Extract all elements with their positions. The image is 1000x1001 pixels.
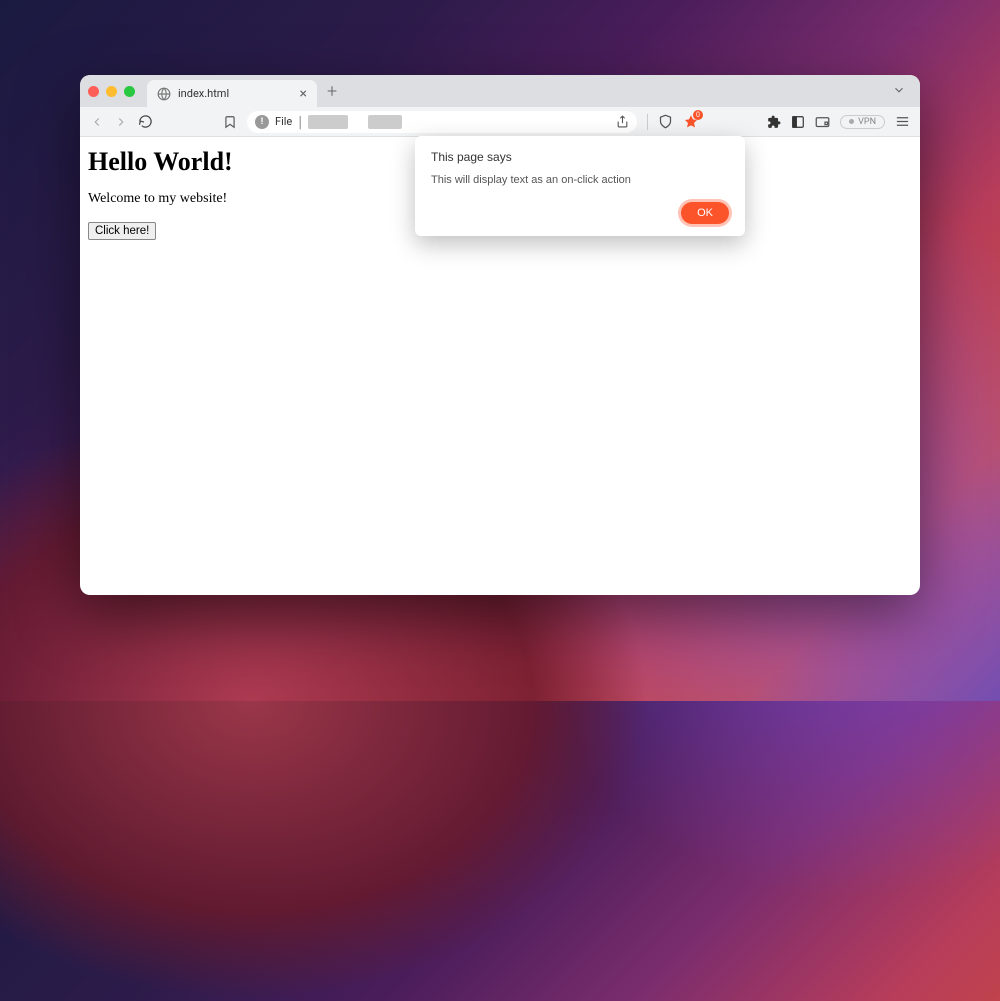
alert-ok-button[interactable]: OK [681, 202, 729, 224]
vpn-button[interactable]: VPN [840, 115, 885, 129]
vpn-label: VPN [858, 117, 876, 127]
url-redacted [368, 115, 402, 129]
maximize-window-button[interactable] [124, 86, 135, 97]
browser-window: index.html × + ! File | [80, 75, 920, 595]
extensions-icon[interactable] [767, 115, 781, 129]
bookmark-button[interactable] [223, 115, 237, 129]
url-bar[interactable]: ! File | [247, 111, 637, 133]
vpn-status-dot [849, 119, 854, 124]
alert-buttons: OK [431, 202, 729, 224]
forward-button[interactable] [114, 115, 128, 129]
wallet-icon[interactable] [815, 114, 830, 129]
close-tab-button[interactable]: × [300, 86, 307, 102]
back-button[interactable] [90, 115, 104, 129]
alert-message: This will display text as an on-click ac… [431, 174, 729, 186]
info-icon[interactable]: ! [255, 115, 269, 129]
brave-badge: 0 [693, 110, 703, 120]
divider [647, 114, 648, 130]
minimize-window-button[interactable] [106, 86, 117, 97]
browser-tab[interactable]: index.html × [147, 80, 317, 107]
chevron-down-icon[interactable] [892, 82, 906, 101]
reload-button[interactable] [138, 114, 153, 129]
url-redacted [308, 115, 348, 129]
menu-button[interactable] [895, 114, 910, 129]
url-scheme: File [275, 115, 292, 128]
click-here-button[interactable]: Click here! [88, 222, 156, 240]
toolbar: ! File | 0 VPN [80, 107, 920, 137]
tab-title: index.html [178, 87, 293, 100]
share-icon[interactable] [616, 115, 629, 128]
new-tab-button[interactable]: + [327, 81, 337, 102]
alert-title: This page says [431, 150, 729, 164]
shield-icon[interactable] [658, 114, 673, 129]
alert-dialog: This page says This will display text as… [415, 136, 745, 236]
traffic-lights [88, 86, 135, 97]
globe-icon [157, 87, 171, 101]
close-window-button[interactable] [88, 86, 99, 97]
brave-rewards-icon[interactable]: 0 [683, 114, 699, 130]
tab-bar: index.html × + [80, 75, 920, 107]
sidebar-icon[interactable] [791, 115, 805, 129]
